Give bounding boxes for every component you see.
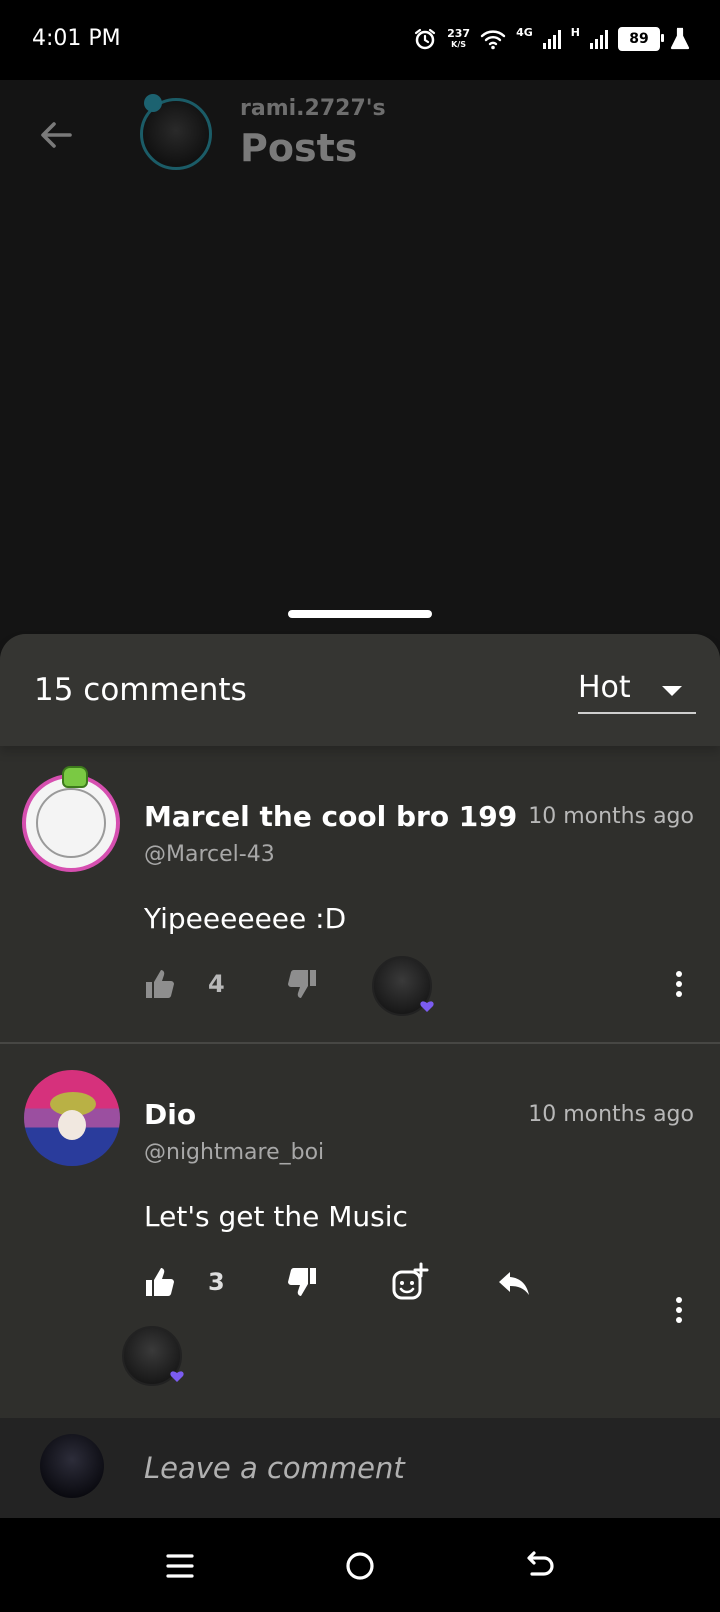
thumbs-up-icon[interactable]: [140, 1262, 180, 1302]
thumbs-down-icon[interactable]: [282, 1262, 322, 1302]
battery-level: 89: [629, 31, 649, 47]
commenter-name[interactable]: Marcel the cool bro 199: [144, 800, 517, 833]
battery-icon: 89: [618, 27, 664, 51]
system-nav-bar: [0, 1518, 720, 1612]
more-options-icon[interactable]: [671, 1296, 687, 1326]
frog-avatar-decoration-icon: [62, 766, 88, 788]
comments-sheet: 15 comments Hot Marcel the cool bro 199 …: [0, 634, 720, 1518]
network-h-label: H: [570, 26, 580, 39]
status-time: 4:01 PM: [32, 26, 121, 51]
page-backdrop: [0, 80, 720, 640]
commenter-name[interactable]: Dio: [144, 1098, 196, 1131]
flask-icon: [670, 27, 690, 50]
comment-item: Marcel the cool bro 199 @Marcel-43 10 mo…: [0, 746, 720, 1044]
status-bar: 4:01 PM 237 K/S 4G H 89: [0, 0, 720, 80]
net-speed-unit: K/S: [451, 40, 467, 49]
sort-selected: Hot: [578, 670, 631, 705]
comments-count: 15 comments: [34, 672, 247, 708]
thumbs-up-icon[interactable]: [140, 964, 180, 1004]
comment-text: Let's get the Music: [144, 1200, 408, 1233]
sort-dropdown[interactable]: Hot: [578, 670, 696, 714]
dropdown-caret-icon: [662, 686, 682, 696]
comment-actions: 4: [0, 956, 720, 1016]
commenter-handle: @nightmare_boi: [144, 1140, 325, 1165]
home-circle-icon[interactable]: [340, 1546, 380, 1586]
like-count: 3: [208, 1268, 225, 1296]
comment-compose-bar: [0, 1418, 720, 1518]
thumbs-down-icon[interactable]: [282, 964, 322, 1004]
signal-h-icon: [590, 30, 608, 49]
reply-icon[interactable]: [494, 1262, 534, 1302]
back-icon[interactable]: [520, 1546, 560, 1586]
commenter-avatar[interactable]: [22, 774, 120, 872]
heart-icon: [170, 1371, 184, 1382]
wifi-icon: [480, 30, 506, 50]
comment-timestamp: 10 months ago: [528, 804, 694, 829]
avatar-cat-shape: [58, 1110, 86, 1140]
comment-input[interactable]: [144, 1448, 684, 1488]
commenter-avatar[interactable]: [24, 1070, 120, 1166]
net-speed-value: 237: [447, 27, 471, 40]
add-reaction-icon[interactable]: [390, 1262, 430, 1302]
back-arrow-icon[interactable]: [36, 115, 76, 155]
like-count: 4: [208, 970, 225, 998]
more-options-icon[interactable]: [671, 970, 687, 1000]
commenter-handle: @Marcel-43: [144, 842, 275, 867]
avatar-decoration-icon: [144, 94, 162, 112]
comment-text: Yipeeeeeee :D: [144, 902, 347, 935]
comment-timestamp: 10 months ago: [528, 1102, 694, 1127]
page-subtitle: rami.2727's: [240, 96, 386, 121]
comments-header: 15 comments Hot: [0, 634, 720, 746]
heart-icon: [420, 1001, 434, 1012]
sheet-drag-handle[interactable]: [288, 610, 432, 618]
signal-4g-icon: [542, 30, 561, 49]
status-icons: 237 K/S 4G H 89: [413, 22, 690, 56]
menu-icon[interactable]: [160, 1546, 200, 1586]
comment-actions: 3: [0, 1254, 720, 1386]
alarm-icon: [415, 28, 436, 50]
comment-item: Dio @nightmare_boi 10 months ago Let's g…: [0, 1044, 720, 1398]
net-speed: 237 K/S: [447, 28, 470, 50]
page-title: Posts: [240, 126, 358, 170]
current-user-avatar: [40, 1434, 104, 1498]
network-4g-label: 4G: [516, 26, 533, 39]
